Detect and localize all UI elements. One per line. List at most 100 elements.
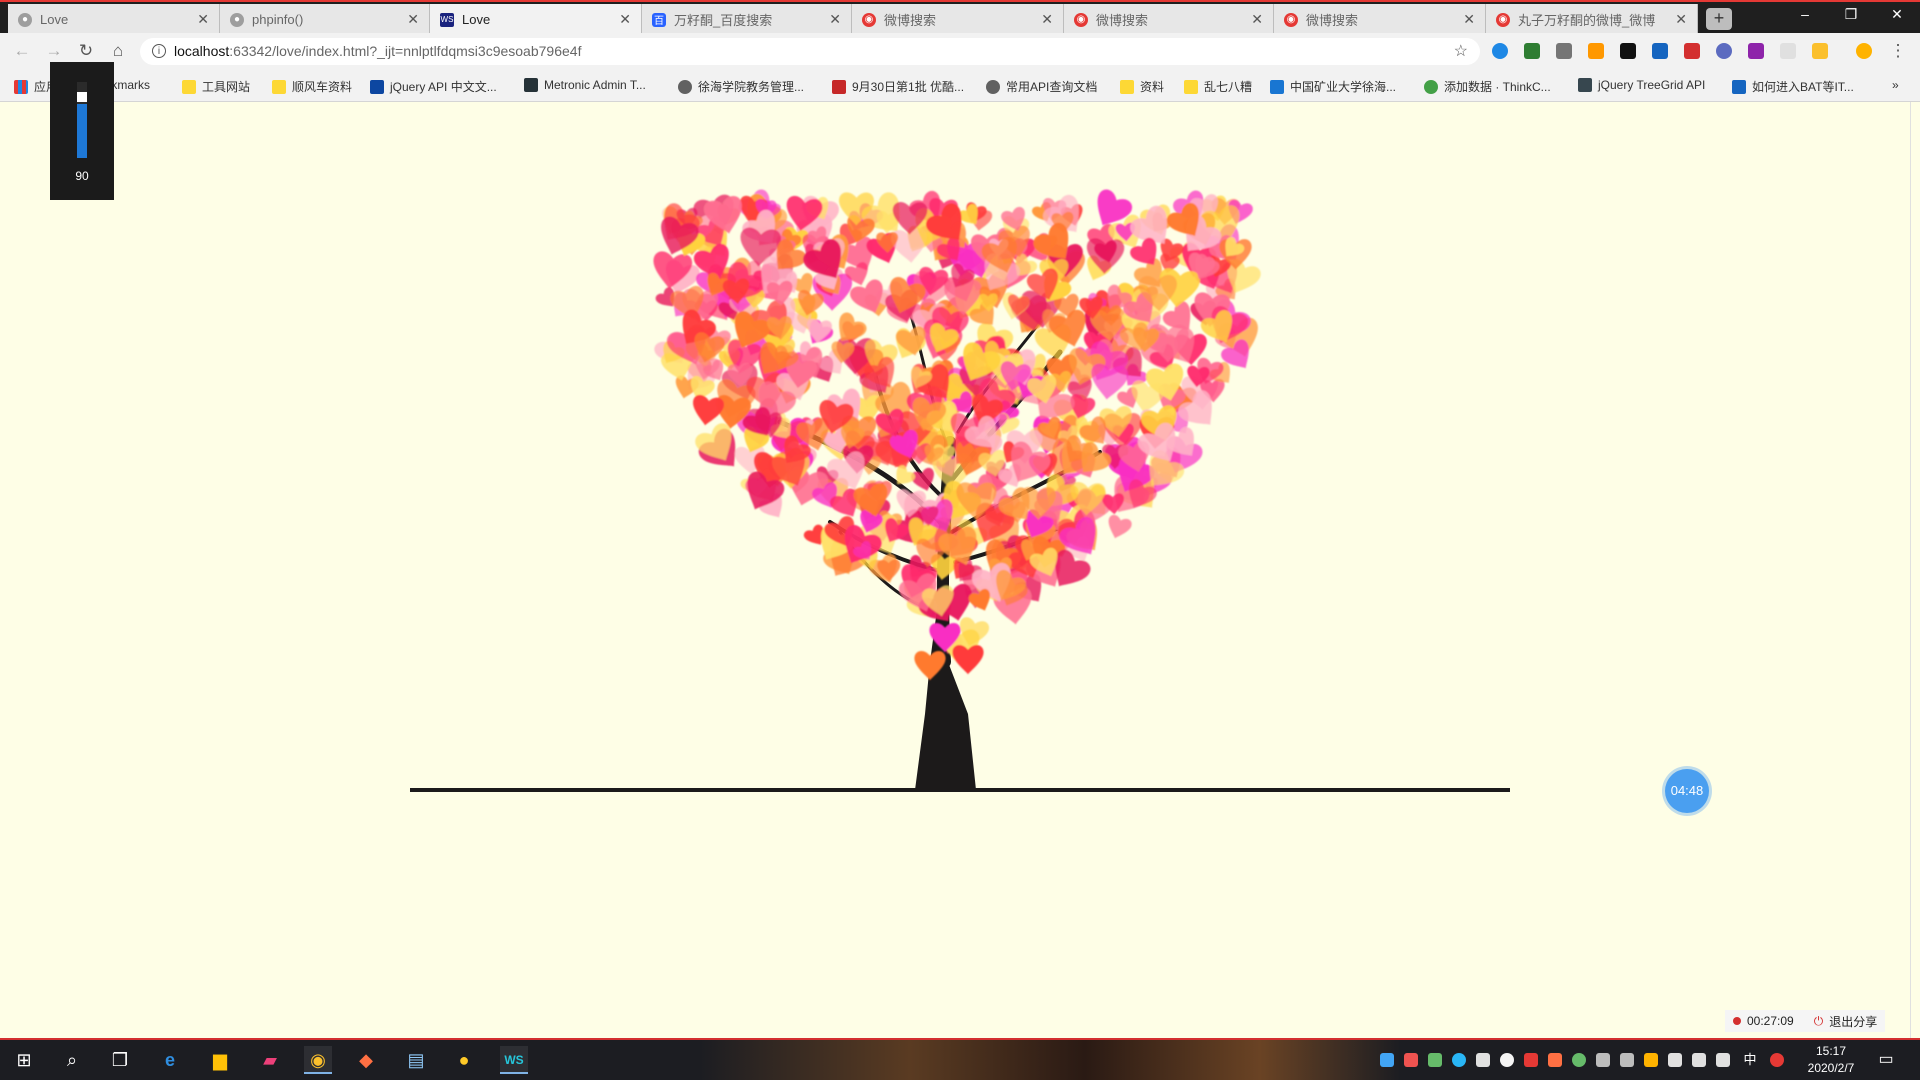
extension-fe-icon[interactable] [1684,43,1700,59]
speaker-icon[interactable] [1716,1053,1730,1067]
treegrid-icon [1578,78,1592,92]
security-shield-icon[interactable] [1644,1053,1658,1067]
extension-box-icon[interactable] [1588,43,1604,59]
bookmark-zhihu[interactable]: 如何进入BAT等IT... [1732,78,1854,95]
scrollbar[interactable] [1910,102,1920,1040]
bookmark-misc[interactable]: 乱七八糟 [1184,78,1252,95]
globe-icon [678,79,692,94]
webstorm-icon: WS [440,12,454,27]
sogou-icon[interactable] [1770,1053,1784,1067]
extension-puzzle-icon[interactable] [1780,43,1796,59]
profile-avatar-icon[interactable] [1856,43,1872,59]
start-windows-icon[interactable]: ⊞ [10,1046,38,1074]
back-icon[interactable]: ← [12,41,32,61]
app-coin-icon[interactable]: ● [450,1046,478,1074]
tab-phpinfo[interactable]: ● phpinfo() ✕ [220,4,430,35]
bookmark-star-icon[interactable]: ☆ [1454,38,1468,65]
qq-icon[interactable] [1500,1053,1514,1067]
tray-app-icon[interactable] [1404,1053,1418,1067]
app-cube-icon[interactable]: ◆ [352,1046,380,1074]
extension-window-icon[interactable] [1652,43,1668,59]
battery-icon[interactable] [1668,1053,1682,1067]
close-icon[interactable]: ✕ [197,11,209,28]
extension-shield-icon[interactable] [1524,43,1540,59]
chrome-icon[interactable]: ◉ [304,1046,332,1074]
restore-icon[interactable]: ❐ [1836,6,1866,23]
system-clock[interactable]: 15:17 2020/2/7 [1800,1043,1862,1077]
extension-01-icon[interactable] [1620,43,1636,59]
ime-chinese-icon[interactable]: 中 [1736,1046,1764,1074]
close-icon[interactable]: ✕ [1251,11,1263,28]
extension-search-icon[interactable] [1492,43,1508,59]
close-window-icon[interactable]: ✕ [1882,6,1912,23]
vip-icon [832,79,846,94]
close-icon[interactable]: ✕ [829,11,841,28]
webstorm-taskbar-icon[interactable]: WS [500,1046,528,1074]
tab-weibo-3[interactable]: ◉ 微博搜索 ✕ [1274,4,1486,35]
bookmark-jquery-api[interactable]: jQuery API 中文文... [370,78,497,95]
bookmark-xuhai[interactable]: 徐海学院教务管理... [678,78,804,95]
wechat-icon[interactable] [1572,1053,1586,1067]
tray-app-icon[interactable] [1428,1053,1442,1067]
tab-love-active[interactable]: WS Love ✕ [430,4,642,35]
edge-icon[interactable]: e [156,1046,184,1074]
tab-weibo-1[interactable]: ◉ 微博搜索 ✕ [852,4,1064,35]
close-icon[interactable]: ✕ [407,11,419,28]
tray-app-icon[interactable] [1380,1053,1394,1067]
countdown-bubble[interactable]: 04:48 [1665,769,1709,813]
file-explorer-icon[interactable]: ▆ [206,1046,234,1074]
tab-baidu[interactable]: 百 万籽酮_百度搜索 ✕ [642,4,852,35]
extension-jsp-icon[interactable] [1748,43,1764,59]
folder-icon [182,79,196,94]
extension-note-icon[interactable] [1812,43,1828,59]
bookmark-tools[interactable]: 工具网站 [182,78,250,95]
bookmark-api-docs[interactable]: 常用API查询文档 [986,78,1097,95]
info-icon[interactable]: i [152,44,166,58]
onedrive-icon[interactable] [1452,1053,1466,1067]
tab-weibo-4[interactable]: ◉ 丸子万籽酮的微博_微博 ✕ [1486,4,1698,35]
love-tree-scene [410,186,1510,792]
taskbar: ⊞ ⌕ ❐ e ▆ ▰ ◉ ◆ ▤ ● WS 中 15:17 2020/2/7 … [0,1040,1920,1080]
tab-weibo-2[interactable]: ◉ 微博搜索 ✕ [1064,4,1274,35]
microphone-icon[interactable] [1476,1053,1490,1067]
notification-icon[interactable]: ▭ [1872,1046,1900,1074]
feedback-icon[interactable]: ▰ [256,1046,284,1074]
search-icon[interactable]: ⌕ [58,1046,86,1074]
app-window-icon[interactable]: ▤ [402,1046,430,1074]
reload-icon[interactable]: ↻ [76,41,96,61]
home-icon[interactable]: ⌂ [108,41,128,61]
tray-app-icon[interactable] [1548,1053,1562,1067]
tab-love-1[interactable]: ● Love ✕ [8,4,220,35]
menu-kebab-icon[interactable]: ⋮ [1888,41,1908,61]
volume-fill [77,104,87,158]
power-icon[interactable]: ⏻ [1814,1014,1824,1029]
exit-share-button[interactable]: 退出分享 [1829,1013,1877,1030]
bookmarks-overflow-icon[interactable]: » [1892,78,1899,92]
bookmark-cumt[interactable]: 中国矿业大学徐海... [1270,78,1396,95]
close-icon[interactable]: ✕ [619,11,631,28]
extension-grid-icon[interactable] [1556,43,1572,59]
bookmark-metronic[interactable]: Metronic Admin T... [524,78,646,92]
browser-toolbar: ← → ↻ ⌂ i localhost:63342/love/index.htm… [0,33,1920,69]
minimize-icon[interactable]: – [1790,6,1820,22]
bookmark-youku[interactable]: 9月30日第1批 优酷... [832,78,964,95]
close-icon[interactable]: ✕ [1675,11,1687,28]
close-icon[interactable]: ✕ [1463,11,1475,28]
new-tab-button[interactable]: + [1706,8,1732,30]
clock-time: 15:17 [1815,1044,1847,1058]
bookmark-materials[interactable]: 资料 [1120,78,1164,95]
forward-icon[interactable]: → [44,41,64,61]
address-bar[interactable]: i localhost:63342/love/index.html?_ijt=n… [140,38,1480,65]
extension-check-icon[interactable] [1716,43,1732,59]
task-view-icon[interactable]: ❐ [106,1046,134,1074]
bookmark-thinkcmf[interactable]: 添加数据 · ThinkC... [1424,78,1551,95]
tray-grid-icon[interactable] [1620,1053,1634,1067]
network-icon[interactable] [1692,1053,1706,1067]
tray-b-icon[interactable] [1596,1053,1610,1067]
bookmark-treegrid[interactable]: jQuery TreeGrid API [1578,78,1705,92]
tray-s-icon[interactable] [1524,1053,1538,1067]
heart-leaf [1103,513,1134,542]
url-host: localhost [174,43,230,59]
close-icon[interactable]: ✕ [1041,11,1053,28]
bookmark-carpool[interactable]: 顺风车资料 [272,78,352,95]
